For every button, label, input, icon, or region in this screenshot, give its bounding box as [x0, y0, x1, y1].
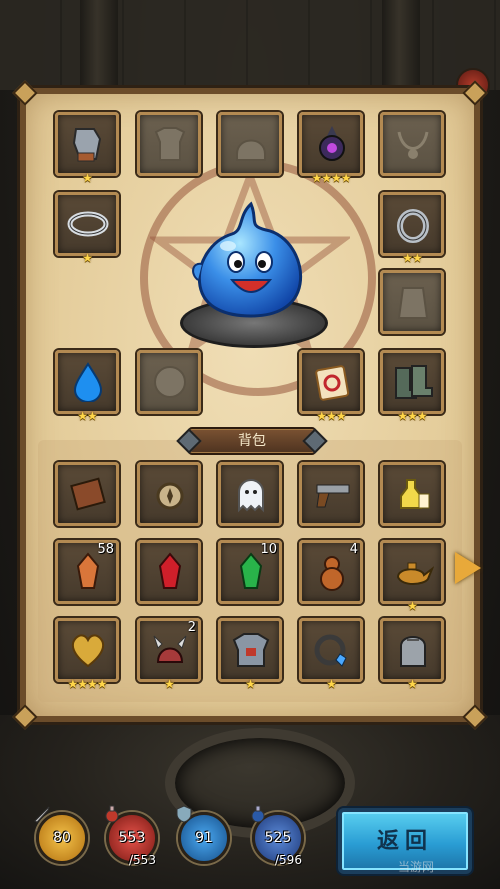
chainmail-icon [391, 627, 435, 673]
rarity-stars: ★★★ [316, 409, 346, 423]
bag-slot[interactable] [380, 462, 444, 526]
book-icon [66, 471, 110, 517]
hp-max: /553 [129, 853, 156, 867]
armor-silhouette-icon [148, 121, 192, 167]
item-count: 58 [97, 542, 114, 557]
equip-slot-necklace[interactable] [380, 112, 444, 176]
gem-ring-icon [310, 627, 354, 673]
bag-slot[interactable] [55, 462, 119, 526]
equip-slot-element[interactable]: ★★ [55, 350, 119, 422]
mana-potion-icon [251, 805, 265, 823]
bag-slot[interactable] [218, 462, 282, 526]
item-count: 4 [349, 542, 358, 557]
equip-slot-helmet[interactable] [218, 112, 282, 176]
rarity-stars: ★★ [402, 251, 423, 265]
boots-icon [391, 359, 435, 405]
rarity-stars: ★ [164, 677, 175, 691]
next-page-arrow-icon[interactable] [455, 552, 481, 584]
blue-slime-icon [192, 201, 303, 318]
equip-slot-mask[interactable] [137, 350, 201, 414]
potion-icon [105, 805, 119, 823]
rarity-stars: ★ [82, 171, 93, 185]
bag-slot[interactable] [299, 462, 363, 526]
mp-value: 525 [264, 830, 292, 846]
mp-stat: 525 /596 [251, 805, 304, 867]
gauntlet-icon [66, 121, 110, 167]
rarity-stars: ★★★★ [67, 677, 107, 691]
watermark: 当游网 [398, 860, 435, 874]
shield-icon [176, 805, 192, 823]
sword-icon [34, 806, 50, 823]
attack-value: 80 [53, 830, 71, 846]
bag-slot[interactable] [137, 462, 201, 526]
horned-helmet-icon [148, 627, 192, 673]
bag-slot[interactable]: ★ [218, 618, 282, 690]
equip-slot-boots[interactable]: ★★★ [380, 350, 444, 422]
rarity-stars: ★ [245, 677, 256, 691]
defense-stat: 91 [176, 805, 230, 864]
water-drop-icon [66, 359, 110, 405]
defense-value: 91 [195, 830, 213, 846]
bag-slot[interactable]: 10 [218, 540, 282, 604]
rarity-stars: ★★ [77, 409, 98, 423]
equip-slot-charm[interactable]: ★★★ [299, 350, 363, 422]
helmet-silhouette-icon [229, 121, 273, 167]
bag-slot[interactable]: ★★★★ [55, 618, 119, 690]
equip-slot-ring-right[interactable]: ★★ [380, 192, 444, 264]
attack-stat: 80 [34, 806, 88, 864]
mp-max: /596 [275, 853, 302, 867]
equip-slot-armor[interactable] [137, 112, 201, 176]
rarity-stars: ★ [326, 677, 337, 691]
bag-slot[interactable]: ★ [299, 618, 363, 690]
ring-icon [391, 201, 435, 247]
rarity-stars: ★★★★ [311, 171, 351, 185]
stone-wall [0, 0, 500, 90]
bag-slot[interactable]: ★ [380, 540, 444, 612]
equip-slot-accessory[interactable]: ★★★★ [299, 112, 363, 184]
ghost-icon [229, 471, 273, 517]
item-count: 10 [260, 542, 277, 557]
hp-value: 553 [118, 830, 146, 846]
bag-slot[interactable] [137, 540, 201, 604]
dark-orb-icon [310, 121, 354, 167]
pistol-icon [310, 471, 354, 517]
bag-slot[interactable]: 4 [299, 540, 363, 604]
golden-heart-icon [66, 627, 110, 673]
bag-slot[interactable]: ★ [380, 618, 444, 690]
equip-slot-ring-left[interactable]: ★ [55, 192, 119, 264]
equip-slot-gloves[interactable]: ★ [55, 112, 119, 184]
character [178, 200, 328, 350]
compass-icon [148, 471, 192, 517]
potion-bottles-icon [391, 471, 435, 517]
mahjong-tile-icon [310, 359, 354, 405]
equip-slot-cloak[interactable] [380, 270, 444, 334]
necklace-silhouette-icon [391, 121, 435, 167]
hp-stat: 553 /553 [105, 805, 158, 867]
rarity-stars: ★ [82, 251, 93, 265]
gourd-icon [310, 549, 354, 595]
rarity-stars: ★ [407, 677, 418, 691]
magic-lamp-icon [391, 549, 435, 595]
bag-title: 背包 [188, 427, 316, 455]
chest-armor-icon [229, 627, 273, 673]
rarity-stars: ★★★ [397, 409, 427, 423]
rarity-stars: ★ [407, 599, 418, 613]
item-count: 2 [187, 620, 196, 635]
silver-ring-icon [66, 201, 110, 247]
bag-slot[interactable]: 58 [55, 540, 119, 604]
mask-silhouette-icon [148, 359, 192, 405]
cloak-silhouette-icon [391, 279, 435, 325]
bag-slot[interactable]: 2 ★ [137, 618, 201, 690]
red-crystal-icon [148, 549, 192, 595]
